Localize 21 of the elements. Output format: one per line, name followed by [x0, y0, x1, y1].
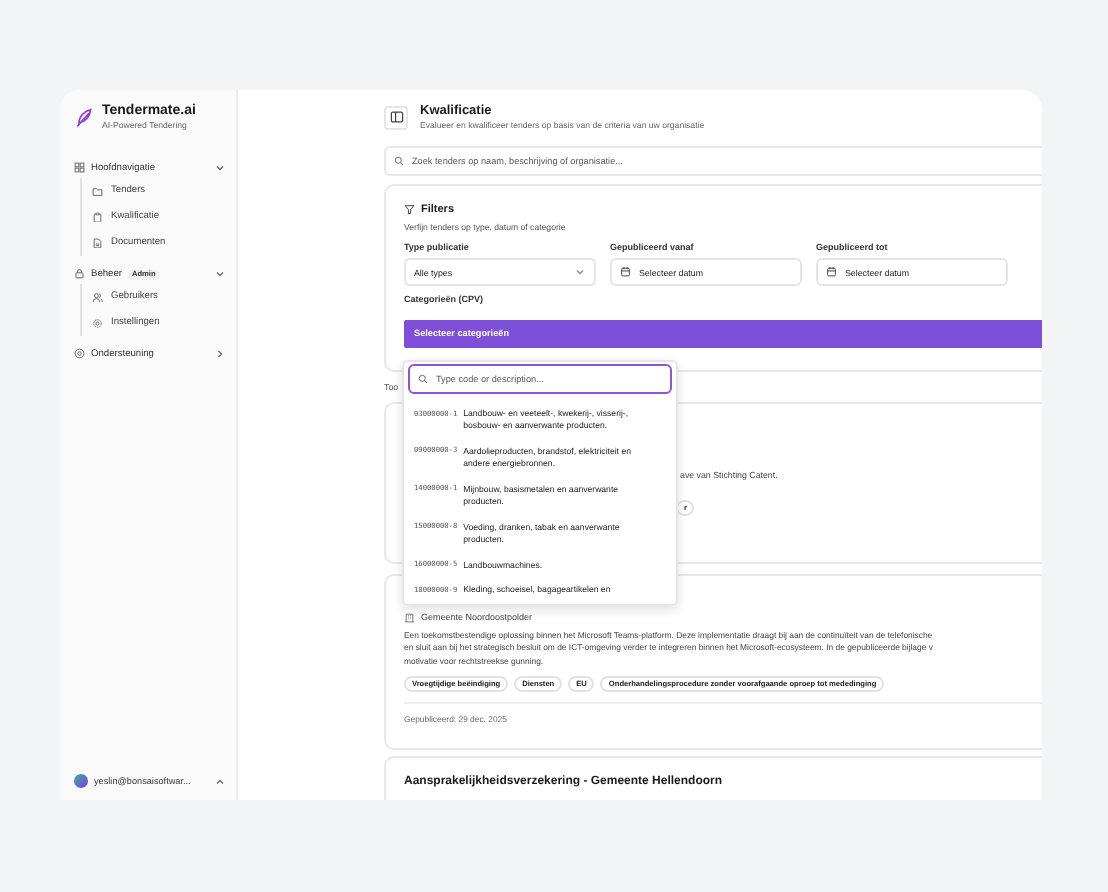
sidebar-toggle-button[interactable] [384, 105, 408, 129]
feather-logo-icon [74, 107, 94, 127]
clipboard-icon [92, 211, 103, 223]
folder-icon [92, 185, 103, 197]
lock-icon [74, 268, 85, 280]
filter-icon [404, 204, 415, 216]
calendar-icon [620, 266, 631, 278]
chevron-down-icon [574, 266, 586, 278]
tender-card[interactable] [384, 574, 1042, 750]
building-icon [404, 612, 415, 623]
calendar-icon [826, 266, 837, 278]
help-icon [74, 348, 85, 360]
settings-icon [92, 317, 103, 329]
sidebar-icon [389, 110, 403, 124]
chevron-up-icon [214, 775, 226, 787]
grid-icon [74, 162, 85, 174]
users-icon [92, 291, 103, 303]
document-icon [92, 237, 103, 249]
search-icon [418, 374, 428, 384]
avatar [74, 774, 88, 788]
search-icon [394, 156, 404, 166]
